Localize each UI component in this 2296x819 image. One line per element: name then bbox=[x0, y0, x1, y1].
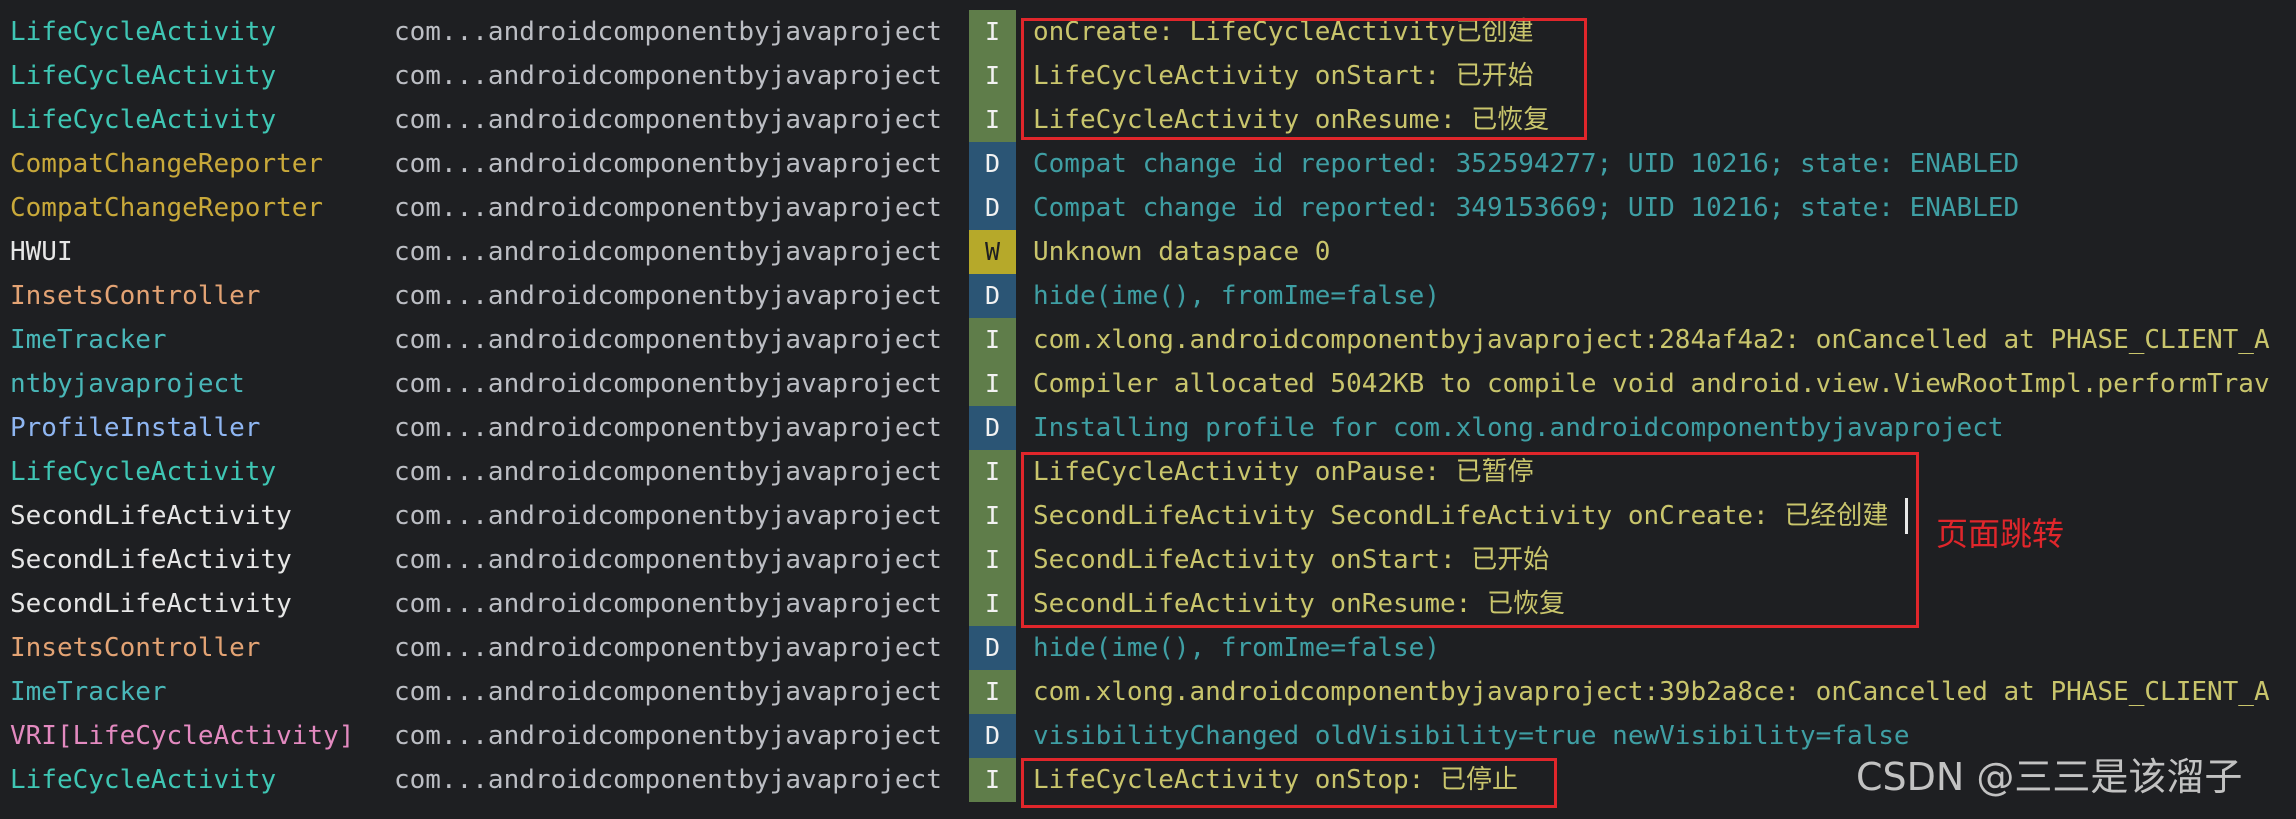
logcat-panel[interactable]: LifeCycleActivity com...androidcomponentb… bbox=[0, 0, 2296, 819]
log-level-badge: D bbox=[969, 406, 1016, 450]
log-level-badge: I bbox=[969, 54, 1016, 98]
log-tag: LifeCycleActivity bbox=[10, 457, 277, 487]
csdn-watermark: CSDN @三三是该溜子 bbox=[1856, 755, 2243, 799]
log-level-badge: I bbox=[969, 98, 1016, 142]
log-tag: ntbyjavaproject bbox=[10, 369, 245, 399]
log-row[interactable]: LifeCycleActivity com...androidcomponentb… bbox=[0, 450, 2296, 494]
log-row[interactable]: ImeTracker com...androidcomponentbyjavapr… bbox=[0, 318, 2296, 362]
log-package: com...androidcomponentbyjavaproject bbox=[394, 501, 942, 531]
log-tag: SecondLifeActivity bbox=[10, 545, 292, 575]
log-tag: LifeCycleActivity bbox=[10, 105, 277, 135]
log-row[interactable]: InsetsController com...androidcomponentby… bbox=[0, 626, 2296, 670]
log-level-badge: I bbox=[969, 758, 1016, 802]
log-level-badge: D bbox=[969, 274, 1016, 318]
log-package: com...androidcomponentbyjavaproject bbox=[394, 105, 942, 135]
log-level-badge: D bbox=[969, 626, 1016, 670]
log-tag: ImeTracker bbox=[10, 325, 167, 355]
log-tag: LifeCycleActivity bbox=[10, 17, 277, 47]
log-tag: VRI[LifeCycleActivity] bbox=[10, 721, 355, 751]
log-message: SecondLifeActivity onResume: 已恢复 bbox=[1033, 589, 1565, 619]
log-package: com...androidcomponentbyjavaproject bbox=[394, 765, 942, 795]
log-tag: LifeCycleActivity bbox=[10, 61, 277, 91]
log-row[interactable]: InsetsController com...androidcomponentby… bbox=[0, 274, 2296, 318]
log-level-badge: D bbox=[969, 186, 1016, 230]
log-level-badge: I bbox=[969, 318, 1016, 362]
log-level-badge: I bbox=[969, 494, 1016, 538]
log-tag: InsetsController bbox=[10, 633, 261, 663]
log-package: com...androidcomponentbyjavaproject bbox=[394, 17, 942, 47]
log-package: com...androidcomponentbyjavaproject bbox=[394, 457, 942, 487]
log-tag: InsetsController bbox=[10, 281, 261, 311]
log-message: SecondLifeActivity onStart: 已开始 bbox=[1033, 545, 1550, 575]
log-tag: HWUI bbox=[10, 237, 73, 267]
log-message: hide(ime(), fromIme=false) bbox=[1033, 281, 1440, 311]
log-level-badge: D bbox=[969, 142, 1016, 186]
log-row[interactable]: SecondLifeActivity com...androidcomponent… bbox=[0, 582, 2296, 626]
log-tag: SecondLifeActivity bbox=[10, 589, 292, 619]
log-message: hide(ime(), fromIme=false) bbox=[1033, 633, 1440, 663]
log-package: com...androidcomponentbyjavaproject bbox=[394, 325, 942, 355]
log-row[interactable]: CompatChangeReporter com...androidcompone… bbox=[0, 142, 2296, 186]
text-cursor bbox=[1905, 498, 1908, 534]
log-message: Compiler allocated 5042KB to compile voi… bbox=[1033, 369, 2270, 399]
log-message: Compat change id reported: 349153669; UI… bbox=[1033, 193, 2020, 223]
log-message: com.xlong.androidcomponentbyjavaproject:… bbox=[1033, 325, 2270, 355]
log-message: com.xlong.androidcomponentbyjavaproject:… bbox=[1033, 677, 2270, 707]
log-level-badge: I bbox=[969, 582, 1016, 626]
log-message: LifeCycleActivity onStart: 已开始 bbox=[1033, 61, 1534, 91]
log-package: com...androidcomponentbyjavaproject bbox=[394, 545, 942, 575]
log-row[interactable]: CompatChangeReporter com...androidcompone… bbox=[0, 186, 2296, 230]
log-tag: ProfileInstaller bbox=[10, 413, 261, 443]
log-package: com...androidcomponentbyjavaproject bbox=[394, 193, 942, 223]
log-package: com...androidcomponentbyjavaproject bbox=[394, 633, 942, 663]
log-package: com...androidcomponentbyjavaproject bbox=[394, 721, 942, 751]
log-row[interactable]: ImeTracker com...androidcomponentbyjavapr… bbox=[0, 670, 2296, 714]
log-package: com...androidcomponentbyjavaproject bbox=[394, 413, 942, 443]
log-package: com...androidcomponentbyjavaproject bbox=[394, 589, 942, 619]
log-row[interactable]: HWUI com...androidcomponentbyjavaproject W… bbox=[0, 230, 2296, 274]
log-message: Compat change id reported: 352594277; UI… bbox=[1033, 149, 2020, 179]
log-tag: CompatChangeReporter bbox=[10, 193, 324, 223]
log-level-badge: D bbox=[969, 714, 1016, 758]
log-message: LifeCycleActivity onStop: 已停止 bbox=[1033, 765, 1518, 795]
page-jump-annotation: 页面跳转 bbox=[1936, 515, 2065, 553]
log-level-badge: I bbox=[969, 538, 1016, 582]
log-row[interactable]: LifeCycleActivity com...androidcomponentb… bbox=[0, 10, 2296, 54]
log-tag: CompatChangeReporter bbox=[10, 149, 324, 179]
log-row[interactable]: LifeCycleActivity com...androidcomponentb… bbox=[0, 98, 2296, 142]
log-message: onCreate: LifeCycleActivity已创建 bbox=[1033, 17, 1534, 47]
log-row[interactable]: ProfileInstaller com...androidcomponentby… bbox=[0, 406, 2296, 450]
log-tag: SecondLifeActivity bbox=[10, 501, 292, 531]
log-tag: ImeTracker bbox=[10, 677, 167, 707]
log-message: LifeCycleActivity onResume: 已恢复 bbox=[1033, 105, 1550, 135]
log-level-badge: I bbox=[969, 362, 1016, 406]
log-package: com...androidcomponentbyjavaproject bbox=[394, 281, 942, 311]
log-level-badge: I bbox=[969, 450, 1016, 494]
log-package: com...androidcomponentbyjavaproject bbox=[394, 149, 942, 179]
log-tag: LifeCycleActivity bbox=[10, 765, 277, 795]
log-level-badge: I bbox=[969, 10, 1016, 54]
log-level-badge: W bbox=[969, 230, 1016, 274]
log-level-badge: I bbox=[969, 670, 1016, 714]
log-package: com...androidcomponentbyjavaproject bbox=[394, 369, 942, 399]
log-package: com...androidcomponentbyjavaproject bbox=[394, 61, 942, 91]
log-row[interactable]: ntbyjavaproject com...androidcomponentbyj… bbox=[0, 362, 2296, 406]
log-message: SecondLifeActivity SecondLifeActivity on… bbox=[1033, 501, 1889, 531]
log-message: Unknown dataspace 0 bbox=[1033, 237, 1331, 267]
log-row[interactable]: LifeCycleActivity com...androidcomponentb… bbox=[0, 54, 2296, 98]
log-message: visibilityChanged oldVisibility=true new… bbox=[1033, 721, 1910, 751]
log-message: Installing profile for com.xlong.android… bbox=[1033, 413, 2004, 443]
log-package: com...androidcomponentbyjavaproject bbox=[394, 237, 942, 267]
log-message: LifeCycleActivity onPause: 已暂停 bbox=[1033, 457, 1534, 487]
log-package: com...androidcomponentbyjavaproject bbox=[394, 677, 942, 707]
